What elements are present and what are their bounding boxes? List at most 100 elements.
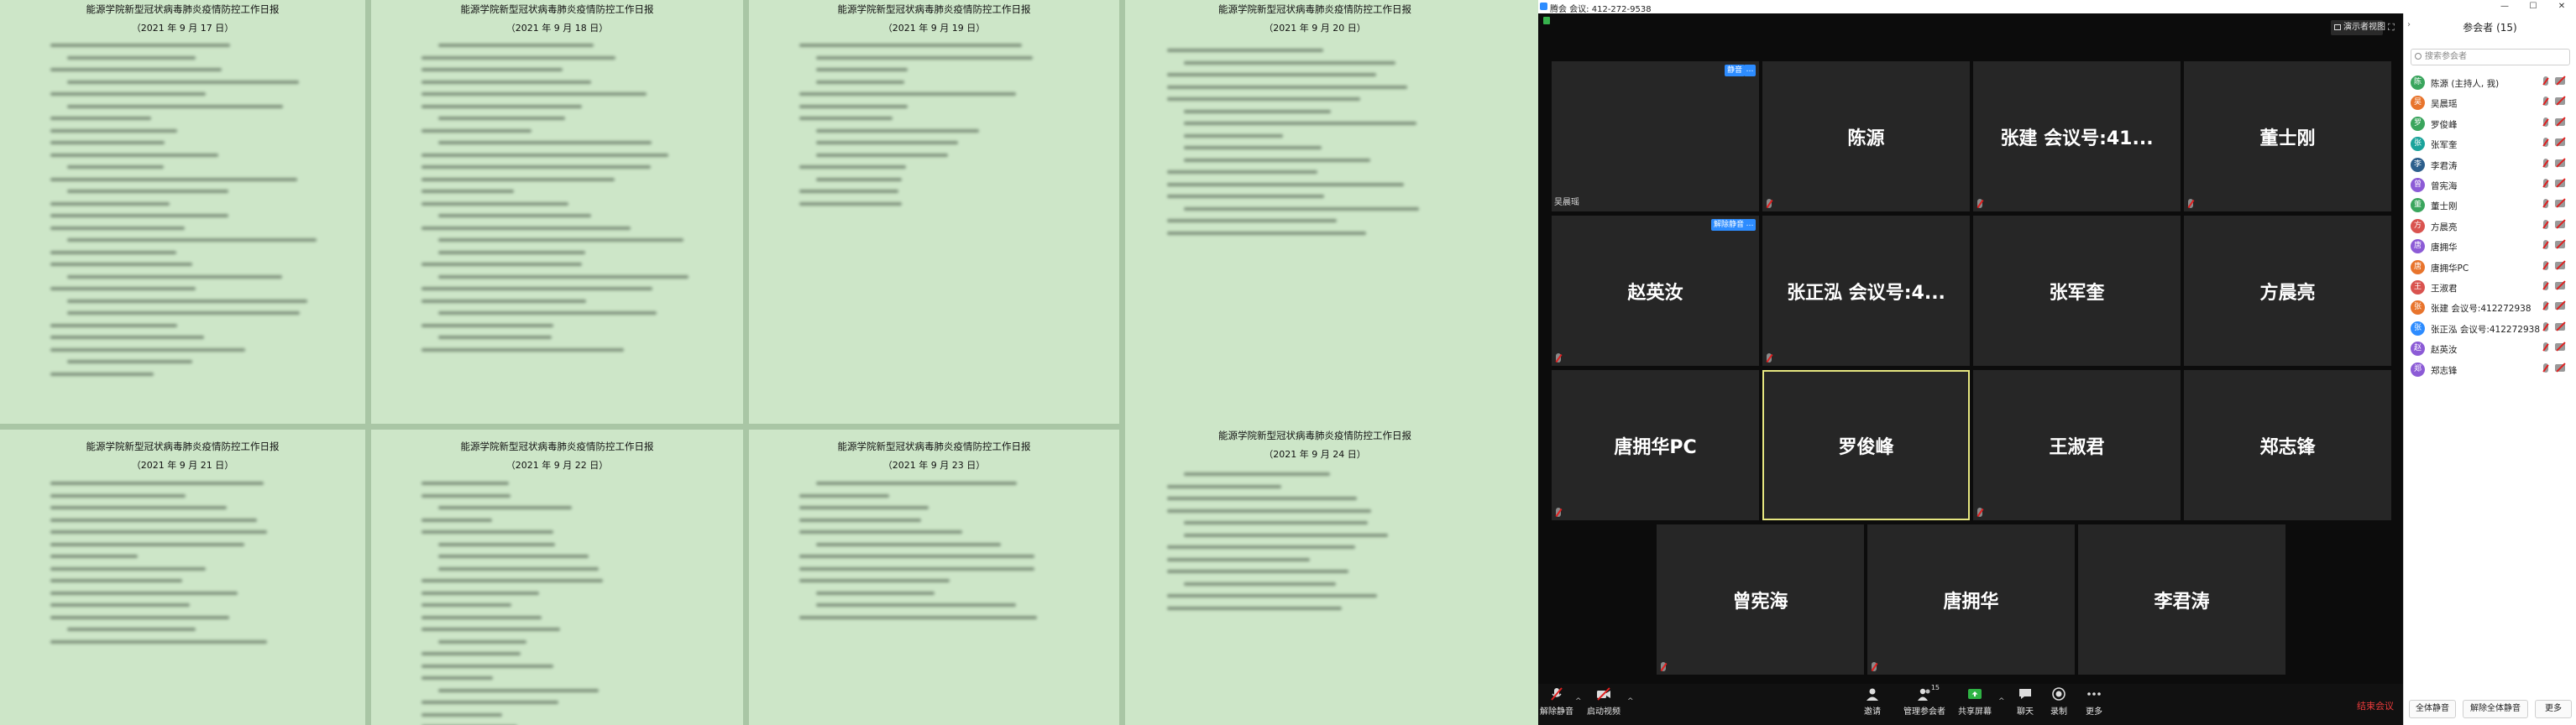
blurred-text-line [799, 518, 921, 522]
video-off-icon[interactable] [2555, 180, 2565, 187]
participants-button[interactable]: 15 管理参会者 [1903, 684, 1945, 717]
video-off-icon[interactable] [2555, 97, 2565, 106]
participant-row[interactable]: 吴吴晨瑶 [2404, 92, 2576, 112]
close-icon[interactable]: ✕ [2547, 0, 2576, 13]
participant-row[interactable]: 郑郑志锋 [2404, 359, 2576, 379]
participant-row[interactable]: 张张建 会议号:412272938 [2404, 297, 2576, 317]
unmute-button[interactable]: 解除静音 [1540, 686, 1573, 717]
participant-row[interactable]: 张张军奎 [2404, 133, 2576, 154]
invite-button[interactable]: 邀请 [1864, 686, 1881, 717]
muted-mic-icon[interactable] [2543, 301, 2548, 311]
report-date: （2021 年 9 月 18 日） [505, 23, 609, 34]
muted-mic-icon[interactable] [2543, 117, 2548, 127]
unmute-badge[interactable]: 解除静音 [1711, 219, 1747, 231]
video-tile[interactable]: 方晨亮 [2184, 216, 2391, 366]
tile-more-icon[interactable]: … [1744, 65, 1756, 76]
muted-mic-icon[interactable] [2543, 76, 2548, 86]
view-switch-button[interactable]: 演示者视图 [2331, 20, 2385, 35]
video-off-icon[interactable] [2555, 220, 2565, 228]
video-options-caret-icon[interactable]: ^ [1627, 697, 1634, 706]
participant-row[interactable]: 陈陈源 (主持人, 我) [2404, 72, 2576, 92]
muted-mic-icon[interactable] [2543, 321, 2548, 331]
video-off-icon[interactable] [2555, 322, 2565, 331]
active-speaker-tile[interactable]: 罗俊峰 [1762, 370, 1970, 520]
muted-mic-icon[interactable] [2543, 199, 2548, 209]
more-button[interactable]: 更多 [2086, 686, 2102, 717]
participant-name: 张建 会议号:41... [2000, 128, 2154, 149]
muted-mic-icon[interactable] [2543, 179, 2548, 188]
video-tile[interactable]: 陈源 [1762, 61, 1970, 211]
video-tile[interactable]: 张军奎 [1973, 216, 2181, 366]
participant-row[interactable]: 董董士刚 [2404, 195, 2576, 215]
blurred-text-line [438, 506, 572, 509]
video-off-icon[interactable] [2555, 77, 2565, 85]
mute-all-button[interactable]: 全体静音 [2409, 700, 2456, 718]
blurred-text-line [1184, 60, 1395, 65]
video-tile[interactable]: 王淑君 [1973, 370, 2181, 520]
participant-row[interactable]: 赵赵英汝 [2404, 338, 2576, 358]
video-tile[interactable]: 郑志锋 [2184, 370, 2391, 520]
video-off-icon[interactable] [2555, 117, 2565, 126]
chat-button[interactable]: 聊天 [2017, 686, 2034, 717]
blurred-text-line [50, 506, 227, 509]
security-shield-icon[interactable] [1543, 17, 1550, 24]
share-options-caret-icon[interactable]: ^ [1998, 697, 2005, 706]
record-button[interactable]: 录制 [2050, 686, 2067, 717]
video-tile[interactable]: 唐拥华 [1867, 524, 2075, 675]
minimize-icon[interactable]: — [2490, 0, 2519, 13]
muted-mic-icon[interactable] [2543, 260, 2548, 270]
report-title: 能源学院新型冠状病毒肺炎疫情防控工作日报 [460, 3, 654, 15]
end-meeting-button[interactable]: 结束会议 [2357, 699, 2394, 712]
muted-mic-icon[interactable] [2543, 362, 2548, 373]
panel-more-button[interactable]: 更多 [2535, 700, 2572, 718]
video-off-icon[interactable] [2555, 363, 2565, 372]
video-off-icon[interactable] [2555, 261, 2565, 269]
participant-row[interactable]: 唐唐拥华PC [2404, 257, 2576, 277]
audio-options-caret-icon[interactable]: ^ [1575, 697, 1582, 706]
report-page: 能源学院新型冠状病毒肺炎疫情防控工作日报 （2021 年 9 月 18 日） [371, 0, 743, 424]
muted-mic-icon[interactable] [2543, 96, 2548, 107]
video-tile[interactable]: 曾宪海 [1657, 524, 1864, 675]
video-tile[interactable]: 李君涛 [2078, 524, 2285, 675]
participant-search-input[interactable]: 搜索参会者 [2411, 49, 2570, 65]
video-tile[interactable]: 张正泓 会议号:4... [1762, 216, 1970, 366]
participant-row[interactable]: 王王淑君 [2404, 277, 2576, 297]
video-tile[interactable]: 董士刚 [2184, 61, 2391, 211]
video-off-icon[interactable] [2555, 200, 2565, 208]
video-off-icon[interactable] [2555, 343, 2565, 352]
video-tile[interactable]: 唐拥华PC [1552, 370, 1759, 520]
video-tile[interactable]: 张建 会议号:41... [1973, 61, 2181, 211]
participant-row[interactable]: 张张正泓 会议号:412272938 [2404, 318, 2576, 338]
muted-mic-icon [1549, 686, 1564, 702]
share-screen-button[interactable]: 共享屏幕 [1958, 686, 1992, 717]
muted-mic-icon[interactable] [2543, 158, 2548, 168]
avatar: 罗 [2411, 116, 2425, 131]
muted-mic-icon[interactable] [2543, 138, 2548, 148]
video-off-icon[interactable] [2555, 282, 2565, 289]
fullscreen-icon[interactable]: ⛶ [2388, 22, 2395, 34]
blurred-text-line [1167, 497, 1357, 500]
tile-more-icon[interactable]: … [1744, 219, 1756, 231]
avatar: 陈 [2411, 76, 2425, 90]
video-off-icon[interactable] [2555, 159, 2565, 167]
muted-mic-icon[interactable] [2543, 342, 2548, 352]
start-video-button[interactable]: 启动视频 [1587, 686, 1620, 717]
video-off-icon[interactable] [2555, 241, 2565, 249]
video-off-icon[interactable] [2555, 302, 2565, 310]
participant-row[interactable]: 唐唐拥华 [2404, 236, 2576, 256]
unmute-all-button[interactable]: 解除全体静音 [2463, 700, 2528, 718]
video-off-icon[interactable] [2555, 138, 2565, 147]
participant-row[interactable]: 李李君涛 [2404, 154, 2576, 175]
muted-mic-icon[interactable] [2543, 281, 2548, 290]
participant-row[interactable]: 罗罗俊峰 [2404, 113, 2576, 133]
video-tile[interactable]: 静音 … 吴晨瑶 [1552, 61, 1759, 211]
video-tile[interactable]: 解除静音 … 赵英汝 [1552, 216, 1759, 366]
maximize-icon[interactable]: ☐ [2519, 0, 2547, 13]
blurred-text-line [1167, 219, 1337, 222]
participant-name: 方晨亮 [2431, 222, 2458, 232]
participant-row[interactable]: 方方晨亮 [2404, 216, 2576, 236]
muted-mic-icon[interactable] [2543, 219, 2548, 229]
participant-row[interactable]: 曾曾宪海 [2404, 175, 2576, 195]
muted-mic-icon[interactable] [2543, 240, 2548, 250]
mute-badge[interactable]: 静音 [1725, 65, 1746, 76]
